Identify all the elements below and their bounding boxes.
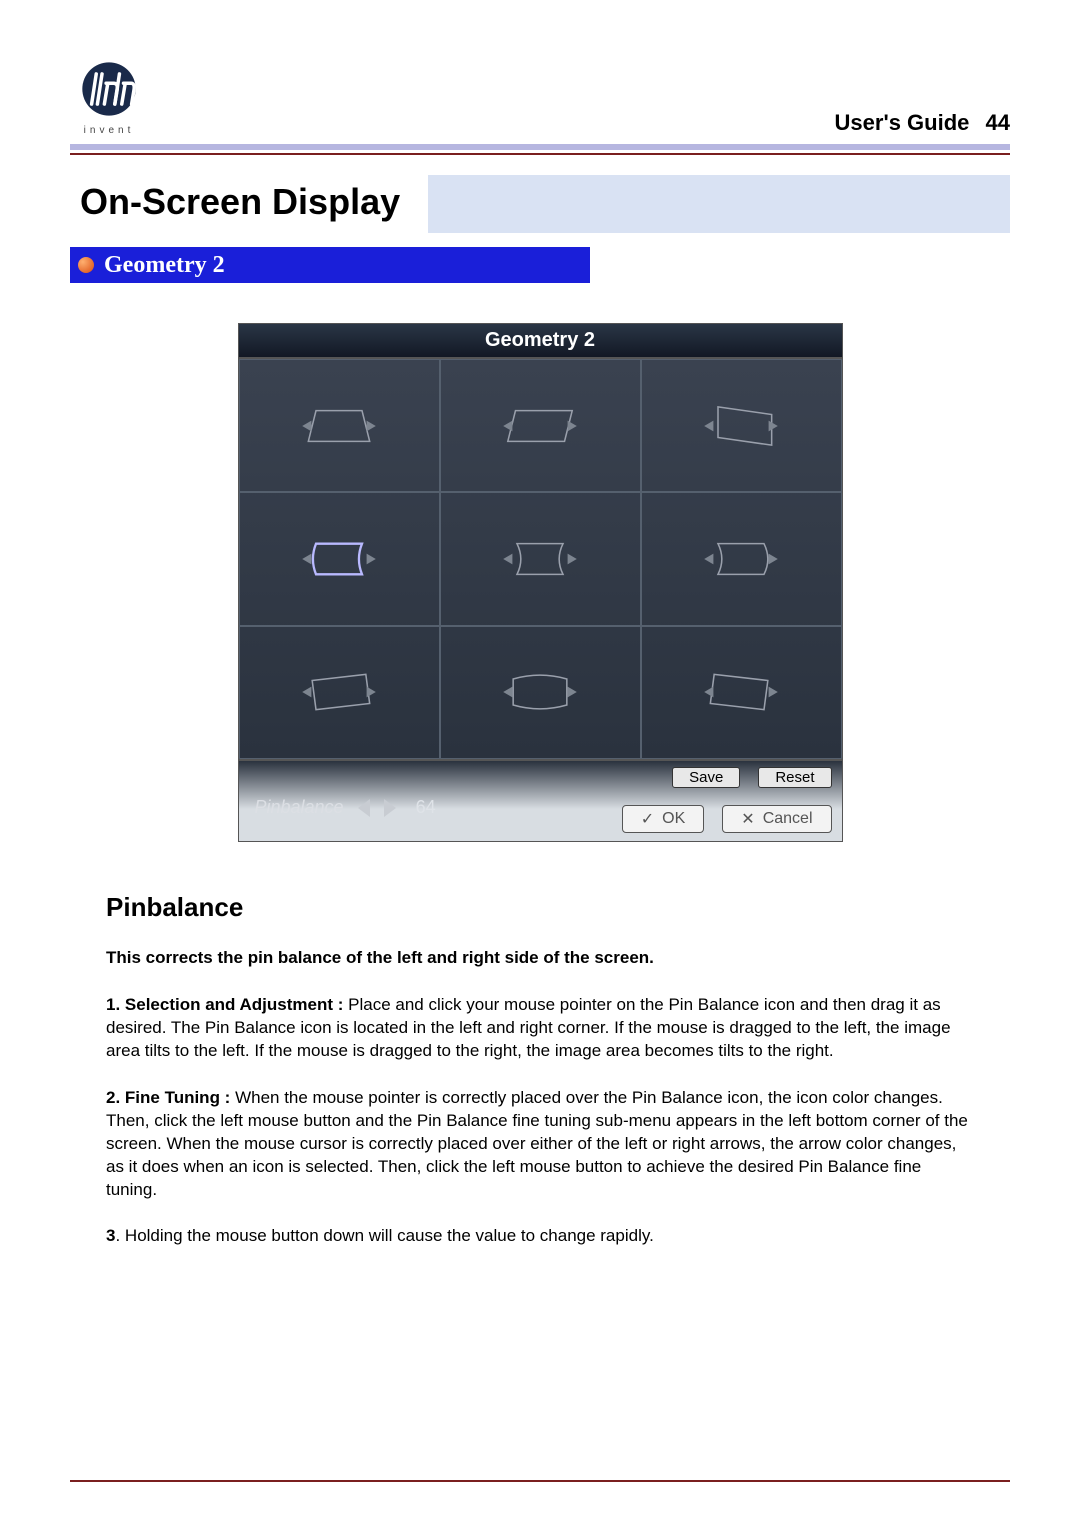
osd-title: Geometry 2 — [238, 323, 843, 358]
title-bar-fill — [428, 175, 1010, 233]
subsection-title: Geometry 2 — [104, 252, 225, 279]
p2-body: When the mouse pointer is correctly plac… — [106, 1088, 968, 1199]
parallel-side-icon[interactable] — [695, 396, 787, 456]
param-label: Pinbalance — [255, 797, 344, 818]
chapter-title: On-Screen Display — [70, 175, 428, 233]
param-value: 64 — [416, 797, 436, 818]
tilt-left-icon[interactable] — [293, 662, 385, 722]
close-icon: ✕ — [741, 809, 754, 829]
osd-footer: Save Reset Pinbalance 64 ✓ OK ✕ — [238, 760, 843, 842]
osd-icon-grid — [238, 358, 843, 760]
lead-paragraph: This corrects the pin balance of the lef… — [106, 947, 974, 970]
tilt-right-icon[interactable] — [695, 662, 787, 722]
decrease-icon[interactable] — [358, 799, 370, 817]
header-rule-light — [70, 144, 1010, 150]
footer-rule — [70, 1480, 1010, 1482]
bow-icon[interactable] — [494, 662, 586, 722]
hp-logo: invent — [70, 60, 148, 136]
ok-label: OK — [662, 810, 685, 828]
section-heading: Pinbalance — [70, 892, 1010, 923]
p2-label: 2. Fine Tuning : — [106, 1088, 230, 1107]
cancel-label: Cancel — [763, 810, 813, 828]
trapezoid-icon[interactable] — [293, 396, 385, 456]
page-header: invent User's Guide 44 — [70, 60, 1010, 136]
side-pin-icon[interactable] — [695, 529, 787, 589]
paragraph-1: 1. Selection and Adjustment : Place and … — [106, 994, 974, 1063]
save-button[interactable]: Save — [672, 767, 740, 788]
guide-label: User's Guide — [835, 110, 970, 135]
ok-button[interactable]: ✓ OK — [622, 805, 705, 833]
p1-label: 1. Selection and Adjustment : — [106, 995, 343, 1014]
guide-label-block: User's Guide 44 — [835, 110, 1010, 136]
page-number: 44 — [986, 110, 1010, 135]
reset-button[interactable]: Reset — [758, 767, 831, 788]
logo-tagline: invent — [70, 125, 148, 136]
body-text: This corrects the pin balance of the lef… — [70, 947, 1010, 1248]
pincushion-icon[interactable] — [494, 529, 586, 589]
value-stepper: Pinbalance 64 — [255, 797, 436, 818]
document-page: invent User's Guide 44 On-Screen Display… — [0, 0, 1080, 1528]
subsection-bar: Geometry 2 — [70, 247, 590, 283]
increase-icon[interactable] — [384, 799, 396, 817]
paragraph-2: 2. Fine Tuning : When the mouse pointer … — [106, 1087, 974, 1202]
cancel-button[interactable]: ✕ Cancel — [722, 805, 831, 833]
check-icon: ✓ — [641, 809, 654, 829]
header-rule-dark — [70, 153, 1010, 155]
paragraph-3: 3. Holding the mouse button down will ca… — [106, 1225, 974, 1248]
bullet-icon — [78, 257, 94, 273]
pinbalance-icon[interactable] — [293, 529, 385, 589]
hp-logo-icon — [80, 60, 138, 118]
chapter-title-bar: On-Screen Display — [70, 175, 1010, 233]
parallel-top-icon[interactable] — [494, 396, 586, 456]
osd-screenshot: Geometry 2 — [70, 323, 1010, 842]
p3-body: . Holding the mouse button down will cau… — [115, 1226, 653, 1245]
